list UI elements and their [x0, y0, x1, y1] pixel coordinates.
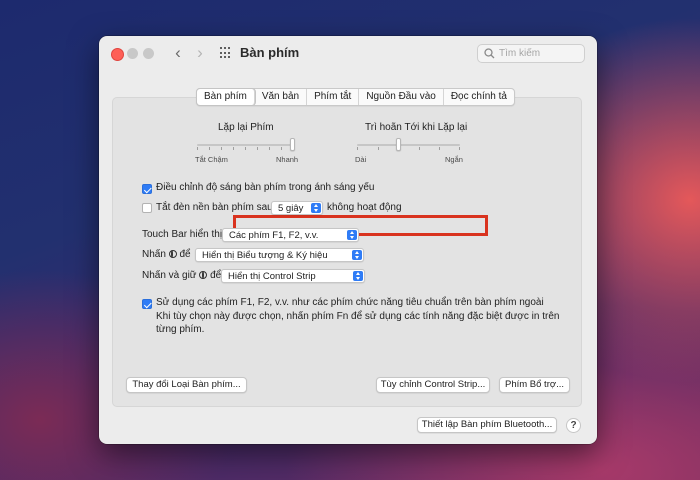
adjust-brightness-label: Điều chỉnh độ sáng bàn phím trong ánh sá…	[156, 182, 375, 193]
search-placeholder: Tìm kiếm	[499, 48, 541, 59]
backlight-off-checkbox[interactable]	[142, 203, 152, 213]
backlight-timeout-value: 5 giây	[278, 203, 304, 214]
function-keys-label: Sử dụng các phím F1, F2, v.v. như các ph…	[156, 297, 544, 308]
forward-button[interactable]: ›	[192, 44, 208, 62]
tab-text[interactable]: Văn bản	[255, 89, 308, 105]
hold-globe-label-text: Nhấn và giữ	[142, 270, 197, 281]
press-globe-value: Hiển thị Biểu tượng & Ký hiệu	[202, 250, 328, 261]
press-globe-label-text: Nhấn	[142, 249, 166, 260]
bluetooth-keyboard-setup-button[interactable]: Thiết lập Bàn phím Bluetooth...	[417, 417, 557, 433]
repeat-delay-max-label: Ngắn	[445, 155, 463, 164]
press-globe-label-suffix: để	[179, 249, 191, 260]
repeat-delay-label: Trì hoãn Tới khi Lặp lại	[365, 122, 468, 133]
touch-bar-value: Các phím F1, F2, v.v.	[229, 230, 319, 241]
back-button[interactable]: ‹	[170, 44, 186, 62]
customize-control-strip-button[interactable]: Tùy chỉnh Control Strip...	[376, 377, 490, 393]
popup-arrows-icon	[311, 203, 321, 213]
hold-globe-popup[interactable]: Hiển thị Control Strip	[221, 269, 365, 283]
change-keyboard-type-button[interactable]: Thay đổi Loại Bàn phím...	[126, 377, 247, 393]
help-button[interactable]: ?	[566, 418, 581, 433]
hold-globe-label: Nhấn và giữ để	[142, 270, 221, 281]
function-keys-description-1: Khi tùy chọn này được chọn, nhấn phím Fn…	[156, 311, 560, 322]
keyboard-preferences-window: ‹ › Bàn phím Tìm kiếm Bàn phím Văn bản P…	[99, 36, 597, 444]
hold-globe-value: Hiển thị Control Strip	[228, 271, 316, 282]
backlight-off-label: Tắt đèn nền bàn phím sau	[156, 202, 273, 213]
hold-globe-label-suffix: để	[210, 270, 222, 281]
key-repeat-max-label: Nhanh	[276, 155, 299, 164]
function-keys-description-2: từng phím.	[156, 324, 205, 335]
popup-arrows-icon	[353, 271, 363, 281]
press-globe-label: Nhấn để	[142, 249, 191, 260]
key-repeat-min-label: Tắt Chậm	[195, 155, 228, 164]
repeat-delay-min-label: Dài	[355, 155, 367, 164]
modifier-keys-button[interactable]: Phím Bổ trợ...	[499, 377, 570, 393]
press-globe-popup[interactable]: Hiển thị Biểu tượng & Ký hiệu	[195, 248, 364, 262]
key-repeat-knob[interactable]	[290, 138, 295, 151]
globe-icon	[168, 250, 177, 258]
touch-bar-popup[interactable]: Các phím F1, F2, v.v.	[222, 228, 359, 242]
adjust-brightness-checkbox[interactable]	[142, 184, 152, 194]
tab-keyboard[interactable]: Bàn phím	[197, 89, 255, 105]
tab-bar: Bàn phím Văn bản Phím tắt Nguồn Đầu vào …	[196, 88, 515, 106]
zoom-button[interactable]	[143, 48, 154, 59]
title-bar: ‹ › Bàn phím Tìm kiếm	[99, 36, 597, 70]
tab-input-sources[interactable]: Nguồn Đầu vào	[359, 89, 444, 105]
show-all-grid-icon[interactable]	[220, 47, 232, 59]
minimize-button[interactable]	[127, 48, 138, 59]
popup-arrows-icon	[347, 230, 357, 240]
search-icon	[484, 48, 495, 59]
globe-icon	[199, 271, 208, 279]
window-title: Bàn phím	[240, 45, 300, 60]
search-field[interactable]: Tìm kiếm	[477, 44, 585, 63]
tab-dictation[interactable]: Đọc chính tả	[444, 89, 514, 105]
tab-shortcuts[interactable]: Phím tắt	[307, 89, 360, 105]
touch-bar-label: Touch Bar hiển thị	[142, 229, 223, 240]
repeat-delay-knob[interactable]	[395, 138, 401, 151]
popup-arrows-icon	[352, 250, 362, 260]
backlight-timeout-popup[interactable]: 5 giây	[271, 201, 323, 215]
close-button[interactable]	[111, 48, 124, 61]
function-keys-checkbox[interactable]	[142, 299, 152, 309]
key-repeat-label: Lặp lại Phím	[218, 122, 274, 133]
backlight-off-suffix: không hoạt động	[327, 202, 402, 213]
